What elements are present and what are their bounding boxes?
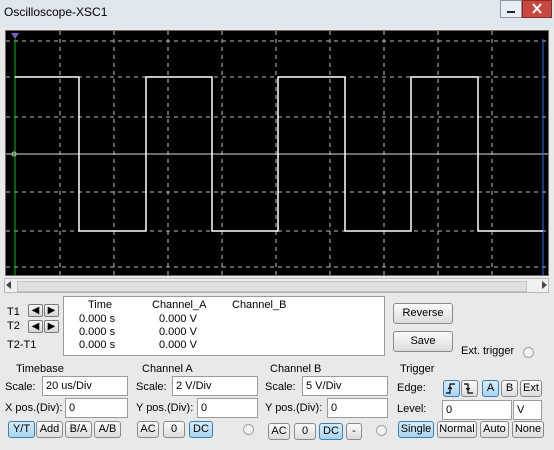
mode-ba-button[interactable]: B/A: [65, 421, 92, 438]
falling-edge-button[interactable]: [461, 380, 478, 397]
close-button[interactable]: [522, 0, 552, 18]
channel-a-ypos-label: Y pos.(Div):: [136, 402, 194, 414]
channel-a-scale-label: Scale:: [136, 381, 167, 393]
trigger-level-label: Level:: [397, 403, 427, 415]
arrow-right-icon: ▶: [47, 321, 56, 332]
rising-edge-icon: [446, 383, 455, 394]
scroll-thumb[interactable]: [17, 281, 527, 292]
t2-label: T2: [7, 320, 20, 332]
trigger-title: Trigger: [400, 363, 435, 375]
row1-time: 0.000 s: [79, 313, 116, 325]
channel-b-terminal[interactable]: [376, 425, 387, 436]
arrow-right-icon: ▶: [47, 305, 56, 316]
ext-trigger-terminal[interactable]: [523, 347, 534, 358]
channel-a-terminal[interactable]: [243, 424, 254, 435]
trigger-source-a-button[interactable]: A: [482, 380, 499, 397]
close-icon: [532, 3, 542, 14]
oscilloscope-screen[interactable]: [5, 30, 549, 276]
channel-b-scale-label: Scale:: [265, 381, 296, 393]
timebase-title: Timebase: [16, 363, 64, 375]
ext-trigger-label: Ext. trigger: [461, 345, 515, 357]
t1-label: T1: [7, 306, 20, 318]
row2-time: 0.000 s: [79, 326, 116, 338]
channel-b-dc-button[interactable]: DC: [319, 423, 343, 440]
channel-b-ac-button[interactable]: AC: [268, 423, 290, 440]
row2-channel-a: 0.000 V: [159, 326, 197, 338]
channel-b-ypos-field[interactable]: 0: [327, 398, 388, 418]
timebase-xpos-field[interactable]: 0: [65, 398, 128, 418]
trigger-normal-button[interactable]: Normal: [437, 421, 477, 438]
channel-a-dc-button[interactable]: DC: [189, 421, 213, 438]
mode-yt-button[interactable]: Y/T: [8, 421, 35, 438]
channel-a-zero-button[interactable]: 0: [163, 421, 185, 438]
channel-a-ypos-field[interactable]: 0: [197, 398, 258, 418]
reverse-button[interactable]: Reverse: [393, 303, 453, 324]
arrow-left-icon: ◀: [31, 305, 40, 316]
t2-right-button[interactable]: ▶: [44, 320, 59, 333]
t1-right-button[interactable]: ▶: [44, 304, 59, 317]
row3-channel-a: 0.000 V: [159, 339, 197, 351]
trigger-source-b-button[interactable]: B: [501, 380, 518, 397]
minimize-button[interactable]: [500, 0, 522, 18]
trigger-edge-label: Edge:: [397, 382, 426, 394]
rising-edge-button[interactable]: [443, 380, 460, 397]
header-channel-b: Channel_B: [232, 299, 287, 311]
header-channel-a: Channel_A: [152, 299, 207, 311]
mode-add-button[interactable]: Add: [36, 421, 63, 438]
timebase-xpos-label: X pos.(Div):: [5, 402, 63, 414]
t2-left-button[interactable]: ◀: [28, 320, 43, 333]
falling-edge-icon: [464, 383, 473, 394]
trigger-auto-button[interactable]: Auto: [480, 421, 509, 438]
waveform-display: [6, 31, 548, 275]
channel-a-title: Channel A: [142, 363, 193, 375]
scroll-right-icon[interactable]: [542, 281, 547, 289]
channel-b-zero-button[interactable]: 0: [294, 423, 316, 440]
scroll-left-icon[interactable]: [6, 281, 11, 289]
channel-a-ac-button[interactable]: AC: [137, 421, 159, 438]
save-button[interactable]: Save: [393, 331, 453, 352]
mode-ab-button[interactable]: A/B: [94, 421, 121, 438]
t1-left-button[interactable]: ◀: [28, 304, 43, 317]
trigger-level-field[interactable]: 0: [442, 400, 512, 420]
row1-channel-a: 0.000 V: [159, 313, 197, 325]
channel-b-title: Channel B: [270, 363, 322, 375]
arrow-left-icon: ◀: [31, 321, 40, 332]
channel-b-ypos-label: Y pos.(Div):: [265, 402, 323, 414]
row3-time: 0.000 s: [79, 339, 116, 351]
channel-b-scale-field[interactable]: 5 V/Div: [302, 376, 388, 396]
channel-a-scale-field[interactable]: 2 V/Div: [172, 376, 258, 396]
trigger-none-button[interactable]: None: [512, 421, 544, 438]
header-time: Time: [88, 299, 113, 311]
cursor-t1-handle[interactable]: [11, 33, 19, 39]
window-title: Oscilloscope-XSC1: [4, 5, 108, 19]
trigger-single-button[interactable]: Single: [398, 421, 434, 438]
cursor-readout: Time Channel_A Channel_B 0.000 s 0.000 V…: [63, 296, 385, 356]
timebase-scale-label: Scale:: [5, 381, 36, 393]
minimize-icon: [507, 11, 515, 13]
timebase-scale-field[interactable]: 20 us/Div: [42, 376, 128, 396]
trigger-level-unit[interactable]: V: [513, 400, 542, 420]
trigger-source-ext-button[interactable]: Ext: [520, 380, 542, 397]
channel-b-invert-button[interactable]: -: [346, 423, 362, 440]
time-scrollbar[interactable]: [4, 278, 549, 293]
t2-t1-label: T2-T1: [7, 339, 37, 351]
